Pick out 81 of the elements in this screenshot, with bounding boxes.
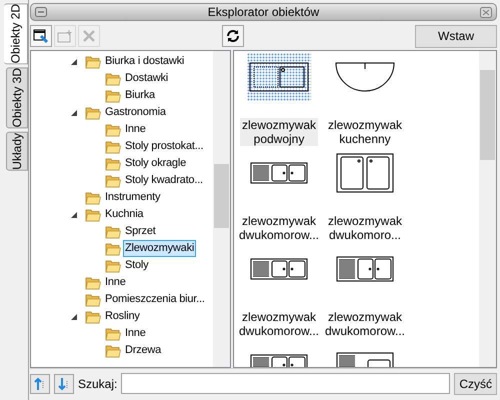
scrollbar-thumb[interactable] <box>480 70 495 160</box>
sort-button[interactable] <box>54 374 74 394</box>
tree-item[interactable]: Rosliny <box>103 308 142 325</box>
folder-icon <box>85 190 101 204</box>
sort-button[interactable] <box>30 374 50 394</box>
object-edit-icon <box>33 28 49 44</box>
tree-item[interactable]: Zlewozmywaki <box>123 240 196 257</box>
tree-item[interactable]: Kuchnia <box>103 206 146 223</box>
edit-object-button[interactable] <box>30 25 52 47</box>
tree-item[interactable]: Stoly okragle <box>123 155 188 172</box>
sink-drawing <box>249 62 309 92</box>
folder-icon <box>85 310 101 324</box>
tree-item[interactable]: Stoly kwadrato... <box>123 172 205 189</box>
refresh-icon <box>226 29 240 43</box>
tile-label: zlewozmywak dwukomorow... <box>238 214 320 242</box>
insert-button[interactable]: Wstaw <box>415 24 497 48</box>
tree-item[interactable]: Dostawki <box>123 70 170 87</box>
expander-icon[interactable] <box>71 212 77 218</box>
side-tab[interactable]: Obiekty 2D <box>4 3 28 64</box>
object-tile[interactable]: zlewozmywak dwukomoro... <box>323 149 407 245</box>
folder-icon <box>105 88 121 102</box>
tile-label: zlewozmywak kuchenny <box>326 118 403 146</box>
sink-drawing <box>250 258 308 280</box>
clear-button[interactable]: Czyść <box>454 372 497 394</box>
object-tile[interactable]: zlewozmywak dwukomorow... <box>237 245 321 341</box>
tree-item[interactable]: Biurka <box>123 87 157 104</box>
scrollbar-thumb[interactable] <box>214 164 229 228</box>
folder-icon <box>105 242 121 256</box>
window-title: Eksplorator obiektów <box>206 4 320 21</box>
folder-icon <box>105 326 121 340</box>
folder-icon <box>85 292 101 306</box>
tree-item[interactable]: Biurka i dostawki <box>103 53 186 70</box>
scrollbar[interactable] <box>479 51 496 367</box>
folder-icon <box>105 224 121 238</box>
side-tab[interactable]: Układy <box>6 132 28 170</box>
delete-icon <box>83 30 95 42</box>
folder-icon <box>105 72 121 86</box>
expander-icon[interactable] <box>71 110 77 116</box>
object-tile[interactable]: zlewozmywak podwojny <box>237 53 321 149</box>
refresh-button[interactable] <box>222 25 244 47</box>
object-tile[interactable]: zlewozmywak dwukomorow... <box>323 245 407 341</box>
tree-item[interactable]: Stoly prostokat... <box>123 138 206 155</box>
side-tab[interactable]: Obiekty 3D <box>6 67 28 129</box>
object-tile[interactable]: zlewozmywak kuchenny <box>323 53 407 149</box>
expander-icon[interactable] <box>71 314 77 320</box>
close-icon[interactable] <box>480 6 492 18</box>
search-field[interactable] <box>121 373 450 394</box>
folder-icon <box>105 174 121 188</box>
tile-label: zlewozmywak dwukomorow... <box>238 310 320 338</box>
tree-item[interactable]: Gastronomia <box>103 104 168 121</box>
tree-item[interactable]: Pomieszczenia biur... <box>103 291 207 308</box>
window-menu-icon[interactable] <box>35 7 47 17</box>
tree-item[interactable]: Inne <box>123 121 148 138</box>
expander-icon[interactable] <box>71 58 77 64</box>
tile-label: zlewozmywak dwukomoro... <box>326 214 403 242</box>
tree-item[interactable]: Instrumenty <box>103 189 162 206</box>
folder-icon <box>105 140 121 154</box>
search-label: Szukaj: <box>78 376 118 392</box>
tile-label: zlewozmywak podwojny <box>240 118 318 146</box>
delete-button[interactable] <box>78 25 100 47</box>
tree-item[interactable]: Sprzet <box>123 223 158 240</box>
sink-drawing <box>336 256 394 282</box>
folder-icon <box>85 54 101 68</box>
tree-item[interactable]: Inne <box>103 274 128 291</box>
new-folder-icon <box>57 29 73 43</box>
folder-icon <box>105 344 121 358</box>
tile-label: zlewozmywak dwukomorow... <box>324 310 406 338</box>
sink-drawing <box>336 153 394 193</box>
folder-icon <box>105 258 121 272</box>
folder-icon <box>85 106 101 120</box>
object-tile[interactable]: zlewozmywak dwukomorow... <box>237 149 321 245</box>
folder-icon <box>105 156 121 170</box>
folder-icon <box>85 276 101 290</box>
sink-drawing <box>250 162 308 184</box>
sink-drawing <box>335 62 395 92</box>
tree-item[interactable]: Inne <box>123 325 148 342</box>
folder-icon <box>85 208 101 222</box>
tree-item[interactable]: Stoly <box>123 257 150 274</box>
tree-item[interactable]: Drzewa <box>123 342 164 359</box>
scrollbar[interactable] <box>213 51 230 367</box>
folder-icon <box>105 122 121 136</box>
